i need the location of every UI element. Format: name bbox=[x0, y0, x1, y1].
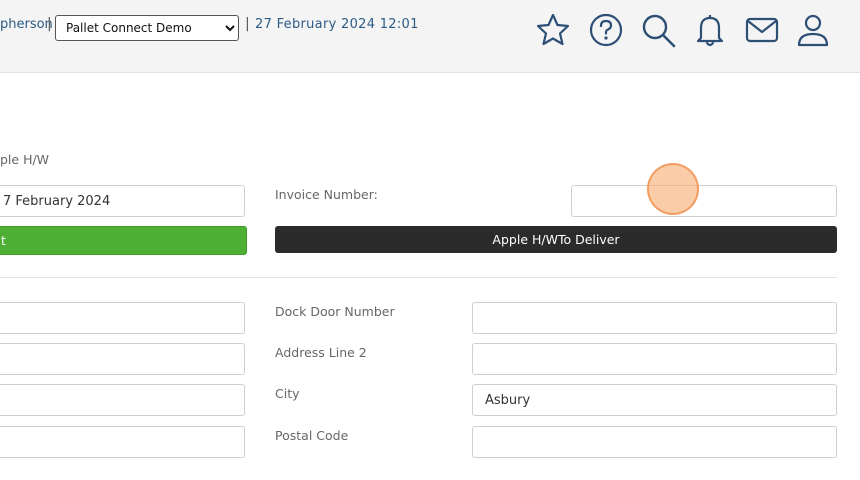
search-icon[interactable] bbox=[638, 10, 678, 50]
postal-code-label: Postal Code bbox=[275, 428, 349, 443]
city-label: City bbox=[275, 386, 300, 401]
left-field-1[interactable] bbox=[0, 302, 245, 334]
divider bbox=[0, 277, 837, 278]
separator: | bbox=[245, 16, 250, 32]
current-datetime: 27 February 2024 12:01 bbox=[255, 17, 419, 32]
deliver-button-label: Apple H/WTo Deliver bbox=[492, 232, 620, 247]
top-bar: pherson | Pallet Connect Demo | 27 Febru… bbox=[0, 0, 860, 73]
invoice-number-label: Invoice Number: bbox=[275, 187, 378, 202]
user-icon[interactable] bbox=[793, 10, 833, 50]
address-line-2-field[interactable] bbox=[472, 343, 837, 375]
help-icon[interactable] bbox=[586, 10, 626, 50]
date-field[interactable] bbox=[0, 185, 245, 217]
left-field-3[interactable] bbox=[0, 384, 245, 416]
click-indicator bbox=[647, 163, 699, 215]
bell-icon[interactable] bbox=[690, 10, 730, 50]
dock-door-field[interactable] bbox=[472, 302, 837, 334]
deliver-button[interactable]: Apple H/WTo Deliver bbox=[275, 226, 837, 253]
address-line-2-label: Address Line 2 bbox=[275, 345, 367, 360]
left-field-4[interactable] bbox=[0, 426, 245, 458]
left-field-2[interactable] bbox=[0, 343, 245, 375]
company-select[interactable]: Pallet Connect Demo bbox=[55, 15, 239, 41]
mail-icon[interactable] bbox=[742, 10, 782, 50]
postal-code-field[interactable] bbox=[472, 426, 837, 458]
customer-label: ple H/W bbox=[0, 152, 50, 167]
dock-door-label: Dock Door Number bbox=[275, 304, 395, 319]
user-name[interactable]: pherson bbox=[0, 17, 53, 32]
green-action-button-label: t bbox=[1, 233, 6, 248]
green-action-button[interactable]: t bbox=[0, 226, 247, 255]
invoice-number-field[interactable] bbox=[571, 185, 837, 217]
star-icon[interactable] bbox=[533, 10, 573, 50]
city-field[interactable] bbox=[472, 384, 837, 416]
separator: | bbox=[47, 16, 52, 32]
